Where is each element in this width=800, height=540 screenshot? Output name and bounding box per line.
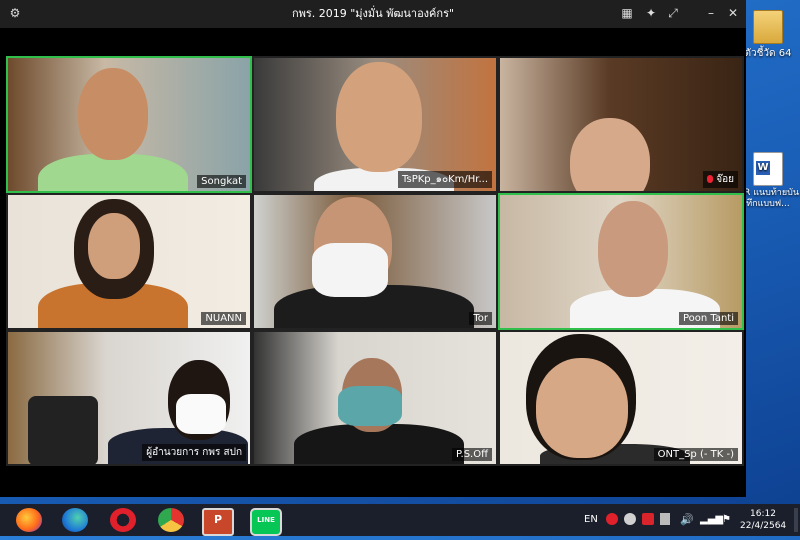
participant-name: ผู้อำนวยการ กพร สปก [142,444,246,461]
powerpoint-icon[interactable]: P [202,508,234,536]
taskbar: P LINE EN 🔊 ▂▄▆ ⚑ 16:12 22/4/2564 [0,504,800,536]
meeting-window: ⚙ กพร. 2019 "มุ่งมั่น พัฒนาองค์กร" ▦ ✦ ⤢… [0,0,746,497]
app-tray-icon[interactable] [624,513,636,525]
edge-icon[interactable] [62,508,88,532]
desktop-icon-folder[interactable]: ตัวชี้วัด 64 [737,10,799,61]
flag-icon[interactable]: ⚑ [722,504,731,536]
muted-mic-icon [707,175,714,183]
video-tile-tspkp[interactable]: TsPKp_๑๐Km/Hr... [252,56,498,193]
participant-name: P.S.Off [452,448,492,461]
line-icon[interactable]: LINE [250,508,282,536]
participant-name: Songkat [197,175,246,188]
folder-icon [753,10,783,44]
layout-grid-icon[interactable]: ▦ [620,6,634,20]
video-tile-poon-tanti[interactable]: Poon Tanti [498,193,744,330]
participant-name: จ๊อย [703,171,738,188]
title-bar: ⚙ กพร. 2019 "มุ่งมั่น พัฒนาองค์กร" ▦ ✦ ⤢… [0,0,746,28]
desktop-icon-word-doc[interactable]: QR แนบท้ายบันทึกแบบฟ... [737,152,799,210]
video-tile-ps-off[interactable]: P.S.Off [252,330,498,466]
word-document-icon [753,152,783,186]
participant-name: NUANN [201,312,246,325]
clock[interactable]: 16:12 22/4/2564 [740,504,786,540]
desktop-icon-label: QR แนบท้ายบันทึกแบบฟ... [737,188,799,209]
participant-name: Poon Tanti [678,312,738,325]
desktop-icon-label: ตัวชี้วัด 64 [744,48,792,59]
minimize-icon[interactable]: – [704,6,718,20]
video-tile-songkat[interactable]: Songkat [6,56,252,193]
chrome-icon[interactable] [158,508,184,532]
video-tile-nuann[interactable]: NUANN [6,193,252,330]
network-icon[interactable]: ▂▄▆ [700,504,723,536]
video-tile-tor[interactable]: Tor [252,193,498,330]
video-tile-director[interactable]: ผู้อำนวยการ กพร สปก [6,330,252,466]
show-desktop-button[interactable] [794,508,798,532]
video-tile-joy[interactable]: จ๊อย [498,56,744,193]
acrobat-tray-icon[interactable] [642,513,654,525]
participant-name-text: จ๊อย [716,174,734,185]
video-grid: Songkat TsPKp_๑๐Km/Hr... จ๊อย NUANN Tor … [6,56,744,466]
close-icon[interactable]: ✕ [726,6,740,20]
opera-tray-icon[interactable] [606,513,618,525]
participant-name: TsPKp_๑๐Km/Hr... [398,171,492,188]
volume-icon[interactable]: 🔊 [680,504,694,536]
opera-icon[interactable] [110,508,136,532]
firefox-icon[interactable] [16,508,42,532]
clock-time: 16:12 [750,509,776,519]
window-title: กพร. 2019 "มุ่งมั่น พัฒนาองค์กร" [291,7,455,20]
fullscreen-icon[interactable]: ⤢ [666,6,680,20]
pin-icon[interactable]: ✦ [644,6,658,20]
participant-name: ONT_Sp (- TK -) [653,448,738,461]
language-indicator[interactable]: EN [584,504,598,536]
notes-tray-icon[interactable] [660,513,670,525]
video-tile-ont-sp[interactable]: ONT_Sp (- TK -) [498,330,744,466]
clock-date: 22/4/2564 [740,521,787,531]
participant-name: Tor [469,312,492,325]
